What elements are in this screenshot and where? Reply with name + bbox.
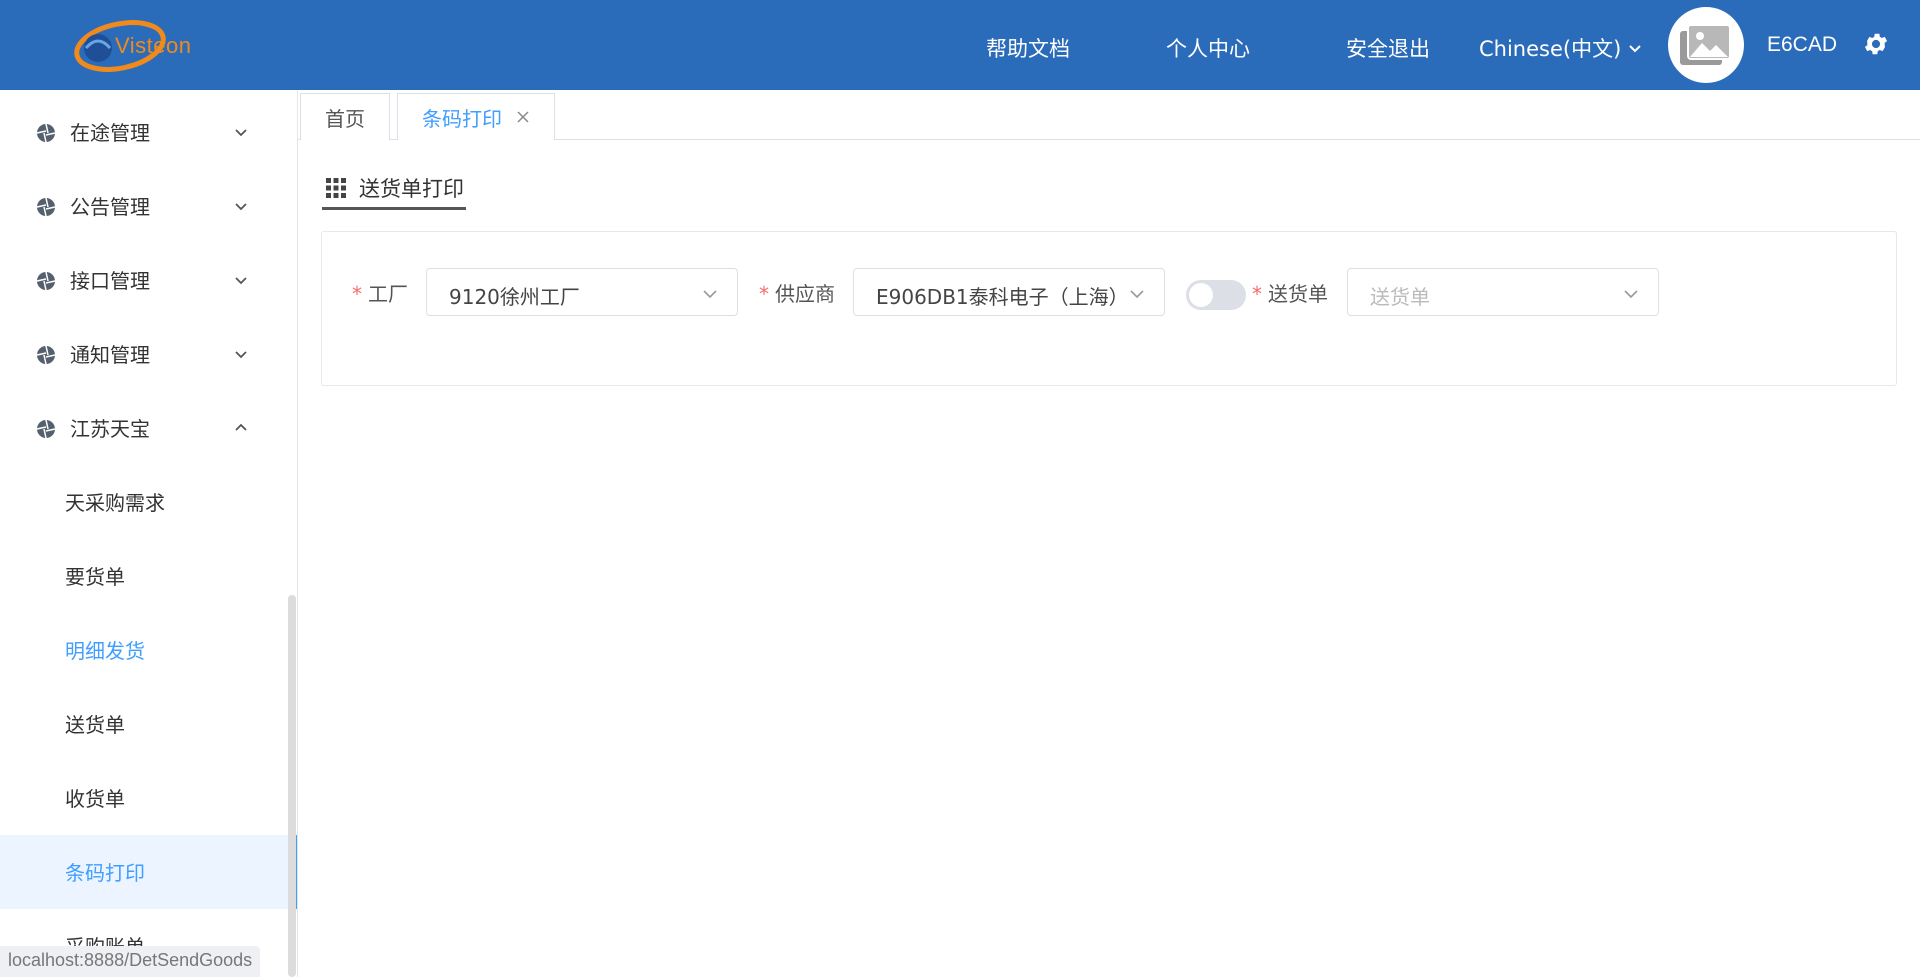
image-placeholder-icon [1680,24,1731,65]
delivery-toggle-switch[interactable] [1186,280,1246,310]
sidebar-group-label: 接口管理 [70,269,150,293]
sidebar-item-label: 条码打印 [65,861,145,885]
chevron-down-icon [1130,290,1144,299]
sidebar-group-announcement[interactable]: 公告管理 [0,169,290,243]
switch-knob [1189,283,1213,307]
chevron-down-icon [235,203,247,211]
sidebar: 在途管理 公告管理 接口管理 通知管理 江苏天宝 天采购需求 要货单 明细发货 … [0,90,298,977]
factory-select-value: 9120徐州工厂 [449,285,580,309]
gear-icon[interactable] [1862,30,1890,58]
sidebar-item-label: 送货单 [65,713,125,737]
logo-text: Visteon [115,33,192,58]
language-selector[interactable]: Chinese(中文) [1479,33,1643,63]
factory-label: * 工厂 [352,282,408,306]
help-docs-link[interactable]: 帮助文档 [986,33,1070,63]
sidebar-item-label: 明细发货 [65,639,145,663]
sidebar-group-interface[interactable]: 接口管理 [0,243,290,317]
sidebar-group-label: 江苏天宝 [70,417,150,441]
chevron-up-icon [235,423,247,431]
language-label: Chinese(中文) [1479,37,1622,61]
personal-center-link[interactable]: 个人中心 [1166,33,1250,63]
aperture-icon [36,419,56,439]
delivery-label: * 送货单 [1252,282,1328,306]
section-title-text: 送货单打印 [359,176,464,201]
top-header: Visteon 帮助文档 个人中心 安全退出 Chinese(中文) E6CAD [0,0,1920,90]
chevron-down-icon [235,129,247,137]
sidebar-group-notification[interactable]: 通知管理 [0,317,290,391]
required-asterisk: * [1252,282,1262,306]
grid-icon [326,177,346,198]
section-title: 送货单打印 [322,168,466,210]
status-url: localhost:8888/DetSendGoods [0,946,261,977]
sidebar-item-barcode-print[interactable]: 条码打印 [0,835,297,909]
avatar[interactable] [1668,7,1744,83]
sidebar-item-requisition[interactable]: 要货单 [0,539,297,613]
tab-label: 首页 [325,106,365,131]
chevron-down-icon [1624,290,1638,299]
sidebar-item-delivery-note[interactable]: 送货单 [0,687,297,761]
tab-home[interactable]: 首页 [300,93,390,140]
sidebar-item-receipt[interactable]: 收货单 [0,761,297,835]
factory-select[interactable]: 9120徐州工厂 [426,268,738,316]
sidebar-item-purchase-demand[interactable]: 天采购需求 [0,465,297,539]
sidebar-item-label: 天采购需求 [65,491,165,515]
chevron-down-icon [235,351,247,359]
sidebar-item-label: 收货单 [65,787,125,811]
chevron-down-icon [703,290,717,299]
tabs-bar: 首页 条码打印 [298,90,1920,140]
chevron-down-icon [1629,45,1642,53]
supplier-select[interactable]: E906DB1泰科电子（上海）有限公司 [853,268,1165,316]
sidebar-group-transit[interactable]: 在途管理 [0,95,290,169]
aperture-icon [36,271,56,291]
aperture-icon [36,197,56,217]
sidebar-item-detail-shipping[interactable]: 明细发货 [0,613,297,687]
aperture-icon [36,123,56,143]
username: E6CAD [1767,33,1838,56]
delivery-note-placeholder: 送货单 [1370,285,1430,309]
required-asterisk: * [352,282,362,306]
close-icon[interactable] [516,110,530,124]
sidebar-group-label: 公告管理 [70,195,150,219]
required-asterisk: * [759,282,769,306]
delivery-note-select[interactable]: 送货单 [1347,268,1659,316]
sidebar-group-label: 在途管理 [70,121,150,145]
sidebar-group-label: 通知管理 [70,343,150,367]
sidebar-item-label: 要货单 [65,565,125,589]
chevron-down-icon [235,277,247,285]
logout-link[interactable]: 安全退出 [1346,33,1430,63]
tab-barcode-print[interactable]: 条码打印 [397,93,555,140]
sidebar-scrollbar[interactable] [288,595,296,977]
supplier-label: * 供应商 [759,282,835,306]
supplier-select-value: E906DB1泰科电子（上海）有限公司 [876,285,1126,309]
aperture-icon [36,345,56,365]
tab-label: 条码打印 [422,106,502,131]
sidebar-group-jiangsu-tianbao[interactable]: 江苏天宝 [0,391,290,465]
